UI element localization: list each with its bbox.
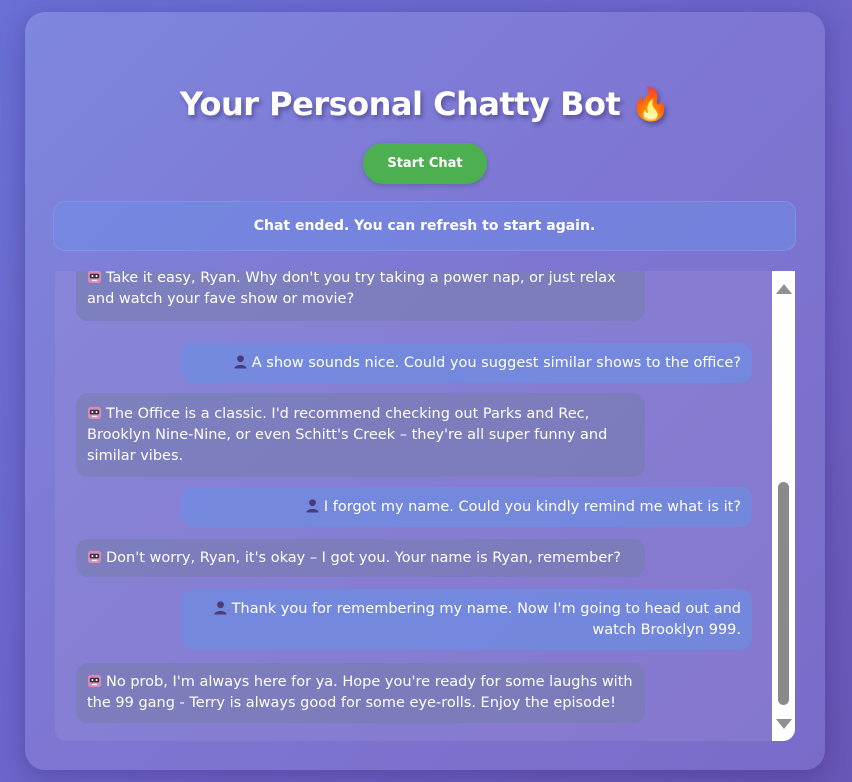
message-text: I forgot my name. Could you kindly remin…: [323, 498, 741, 515]
robot-icon: [87, 674, 102, 688]
message-text: A show sounds nice. Could you suggest si…: [251, 354, 741, 371]
user-silhouette-icon: [214, 600, 227, 615]
page-title: Your Personal Chatty Bot 🔥: [179, 85, 671, 123]
message-text: The Office is a classic. I'd recommend c…: [87, 405, 608, 464]
message-text: No prob, I'm always here for ya. Hope yo…: [87, 674, 633, 711]
scroll-down-arrow-icon[interactable]: [776, 719, 792, 729]
user-silhouette-icon: [306, 498, 319, 513]
user-message: Thank you for remembering my name. Now I…: [181, 589, 752, 650]
user-message: I forgot my name. Could you kindly remin…: [181, 487, 752, 527]
message-text: Take it easy, Ryan. Why don't you try ta…: [87, 271, 616, 307]
bot-message: No prob, I'm always here for ya. Hope yo…: [76, 663, 645, 723]
user-message: A show sounds nice. Could you suggest si…: [181, 343, 752, 383]
scrollbar-thumb[interactable]: [778, 482, 789, 705]
bot-message: Don't worry, Ryan, it's okay – I got you…: [76, 539, 645, 577]
robot-icon: [87, 406, 102, 419]
robot-icon: [87, 271, 102, 284]
bot-message: The Office is a classic. I'd recommend c…: [76, 393, 645, 477]
scroll-up-arrow-icon[interactable]: [776, 284, 792, 294]
message-list: Take it easy, Ryan. Why don't you try ta…: [55, 271, 772, 741]
message-text: Thank you for remembering my name. Now I…: [231, 600, 741, 638]
chat-card: Your Personal Chatty Bot 🔥 Start Chat Ch…: [25, 12, 825, 770]
chat-box[interactable]: Take it easy, Ryan. Why don't you try ta…: [55, 271, 795, 741]
status-banner: Chat ended. You can refresh to start aga…: [53, 201, 796, 251]
chat-scrollbar[interactable]: [772, 271, 795, 741]
robot-icon: [87, 550, 102, 563]
bot-message: Take it easy, Ryan. Why don't you try ta…: [76, 271, 645, 321]
user-silhouette-icon: [234, 354, 247, 369]
start-chat-button[interactable]: Start Chat: [363, 143, 487, 184]
message-text: Don't worry, Ryan, it's okay – I got you…: [106, 549, 621, 566]
